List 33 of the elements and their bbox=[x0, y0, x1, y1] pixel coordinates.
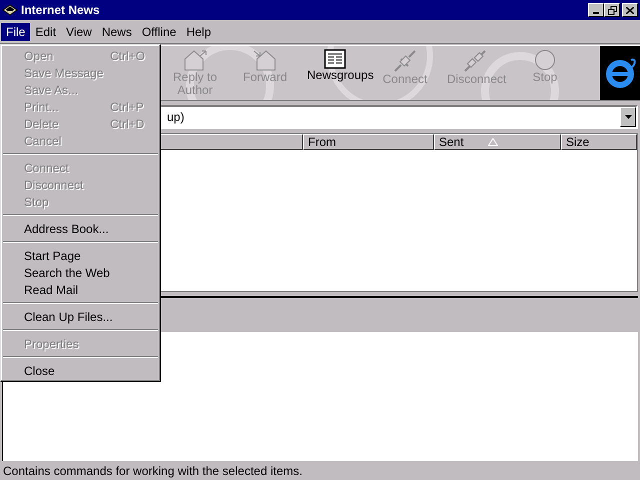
menu-item[interactable]: News bbox=[96, 22, 137, 40]
menu-item[interactable]: File bbox=[1, 22, 30, 40]
menu-entry[interactable]: Close bbox=[3, 362, 158, 379]
plug-icon bbox=[462, 49, 488, 73]
dropdown-button[interactable] bbox=[620, 107, 636, 127]
column-header[interactable]: Sent bbox=[434, 134, 561, 150]
status-text: Contains commands for working with the selected items. bbox=[3, 462, 302, 480]
minimize-button[interactable] bbox=[588, 3, 604, 17]
house-arrow-icon bbox=[252, 49, 278, 71]
menu-entry[interactable]: Read Mail bbox=[3, 281, 158, 298]
stop-circle-icon bbox=[534, 49, 556, 71]
plug-icon bbox=[392, 49, 418, 73]
globe-logo-icon bbox=[603, 56, 637, 90]
menu-entry[interactable]: Clean Up Files... bbox=[3, 308, 158, 325]
menu-entry[interactable]: Address Book... bbox=[3, 220, 158, 237]
menu-item[interactable]: Offline bbox=[136, 22, 182, 40]
column-header[interactable]: From bbox=[303, 134, 434, 150]
newspaper-icon bbox=[324, 49, 346, 69]
minimize-icon bbox=[593, 12, 599, 14]
menu-entry[interactable]: Search the Web bbox=[3, 264, 158, 281]
restore-button[interactable] bbox=[604, 3, 620, 17]
caret-icon bbox=[624, 115, 632, 119]
newspaper-app-icon bbox=[2, 3, 18, 17]
close-button[interactable] bbox=[622, 3, 638, 17]
close-icon bbox=[626, 6, 634, 14]
restore-icon bbox=[608, 6, 616, 14]
menu-item[interactable]: Edit bbox=[30, 22, 62, 40]
menu-entry[interactable]: Start Page bbox=[3, 247, 158, 264]
menu-item[interactable]: View bbox=[61, 22, 97, 40]
column-header[interactable]: Size bbox=[561, 134, 637, 150]
menu-item[interactable]: Help bbox=[181, 22, 216, 40]
window-title: Internet News bbox=[21, 2, 100, 19]
house-arrow-icon bbox=[182, 49, 208, 71]
